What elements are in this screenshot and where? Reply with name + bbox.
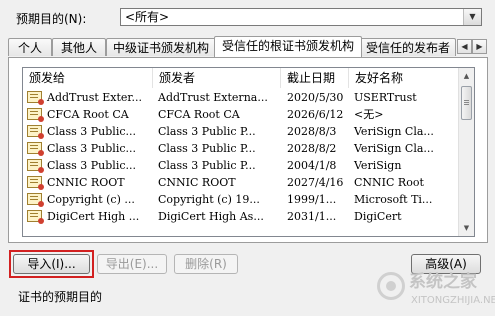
import-button-highlight [9, 250, 94, 278]
certificate-icon [27, 108, 44, 122]
certificate-icon [27, 159, 44, 173]
list-header: 颁发给 颁发者 截止日期 友好名称 [23, 68, 459, 88]
tab-strip: 个人 其他人 中级证书颁发机构 受信任的根证书颁发机构 受信任的发布者 ◀ ▶ [8, 36, 488, 58]
table-row[interactable]: DigiCert High ... DigiCert High As... 20… [23, 208, 459, 225]
certificate-icon [27, 176, 44, 190]
table-row[interactable]: CNNIC ROOT CNNIC ROOT 2027/4/16 CNNIC Ro… [23, 174, 459, 191]
cell-friendly-name: <无> [354, 108, 384, 121]
cell-expires: 2004/1/8 [287, 159, 337, 172]
cell-issued-by: Class 3 Public P... [158, 142, 256, 155]
watermark: 系统之家 XITONGZHIJIA.NET [377, 268, 495, 312]
cell-expires: 2027/4/16 [287, 176, 344, 189]
column-expiration[interactable]: 截止日期 [281, 68, 349, 88]
cell-issued-by: Class 3 Public P... [158, 159, 256, 172]
cell-issued-by: CFCA Root CA [158, 108, 240, 121]
cell-friendly-name: VeriSign [354, 159, 402, 172]
column-friendly-name[interactable]: 友好名称 [349, 68, 459, 88]
certificate-icon [27, 91, 44, 105]
cell-expires: 2020/5/30 [287, 91, 344, 104]
cell-expires: 2028/8/3 [287, 125, 337, 138]
cell-issued-to: Copyright (c) ... [47, 193, 135, 206]
purpose-label: 预期目的(N): [16, 12, 87, 26]
cell-friendly-name: CNNIC Root [354, 176, 424, 189]
cell-issued-to: DigiCert High ... [47, 210, 140, 223]
cell-issued-by: CNNIC ROOT [158, 176, 236, 189]
scrollbar-thumb[interactable] [461, 86, 472, 120]
cell-expires: 2028/8/2 [287, 142, 337, 155]
tab-intermediate-ca[interactable]: 中级证书颁发机构 [106, 38, 216, 56]
cell-issued-by: DigiCert High As... [158, 210, 264, 223]
cell-issued-by: Class 3 Public P... [158, 125, 256, 138]
cell-friendly-name: USERTrust [354, 91, 417, 104]
certificate-icon [27, 210, 44, 224]
cell-friendly-name: Microsoft Ti... [354, 193, 433, 206]
cell-issued-by: AddTrust Externa... [158, 91, 268, 104]
watermark-logo-icon [377, 272, 405, 300]
cell-friendly-name: DigiCert [354, 210, 402, 223]
chevron-down-icon[interactable]: ▼ [463, 9, 481, 25]
table-row[interactable]: AddTrust Exter... AddTrust Externa... 20… [23, 89, 459, 106]
tab-other-people[interactable]: 其他人 [52, 38, 106, 56]
cell-issued-to: Class 3 Public... [47, 159, 136, 172]
table-row[interactable]: Class 3 Public... Class 3 Public P... 20… [23, 140, 459, 157]
cell-issued-to: Class 3 Public... [47, 142, 136, 155]
cell-issued-by: Copyright (c) 19... [158, 193, 260, 206]
column-issued-by[interactable]: 颁发者 [153, 68, 281, 88]
scroll-up-icon[interactable]: ▲ [459, 68, 474, 84]
tab-trusted-root-ca[interactable]: 受信任的根证书颁发机构 [214, 36, 362, 57]
purpose-select[interactable]: <所有> ▼ [120, 8, 482, 26]
tab-personal[interactable]: 个人 [8, 38, 52, 56]
vertical-scrollbar[interactable]: ▲ ▼ [458, 68, 474, 236]
cell-friendly-name: VeriSign Cla... [354, 125, 434, 138]
cell-expires: 2031/1... [287, 210, 337, 223]
table-row[interactable]: Copyright (c) ... Copyright (c) 19... 19… [23, 191, 459, 208]
watermark-text: 系统之家 [409, 272, 477, 292]
table-row[interactable]: Class 3 Public... Class 3 Public P... 20… [23, 123, 459, 140]
intended-purposes-label: 证书的预期目的 [18, 290, 103, 304]
cell-expires: 2026/6/12 [287, 108, 344, 121]
scroll-down-icon[interactable]: ▼ [459, 220, 474, 236]
cell-issued-to: Class 3 Public... [47, 125, 136, 138]
tab-scroll-left-icon[interactable]: ◀ [457, 39, 472, 54]
cell-issued-to: CFCA Root CA [47, 108, 129, 121]
column-issued-to[interactable]: 颁发给 [23, 68, 153, 88]
certificate-list[interactable]: 颁发给 颁发者 截止日期 友好名称 AddTrust Exter... AddT… [22, 67, 475, 237]
export-button[interactable]: 导出(E)... [97, 254, 167, 274]
cell-issued-to: AddTrust Exter... [47, 91, 142, 104]
tab-panel: 颁发给 颁发者 截止日期 友好名称 AddTrust Exter... AddT… [8, 57, 488, 243]
watermark-url: XITONGZHIJIA.NET [411, 295, 495, 306]
cell-issued-to: CNNIC ROOT [47, 176, 125, 189]
tab-scroll-right-icon[interactable]: ▶ [472, 39, 487, 54]
tab-trusted-publishers[interactable]: 受信任的发布者 [360, 38, 456, 56]
table-row[interactable]: CFCA Root CA CFCA Root CA 2026/6/12 <无> [23, 106, 459, 123]
purpose-select-value: <所有> [125, 10, 170, 24]
cell-expires: 1999/1... [287, 193, 337, 206]
certificate-icon [27, 125, 44, 139]
delete-button[interactable]: 删除(R) [174, 254, 238, 274]
certificate-icon [27, 142, 44, 156]
certificate-icon [27, 193, 44, 207]
cell-friendly-name: VeriSign Cla... [354, 142, 434, 155]
table-row[interactable]: Class 3 Public... Class 3 Public P... 20… [23, 157, 459, 174]
